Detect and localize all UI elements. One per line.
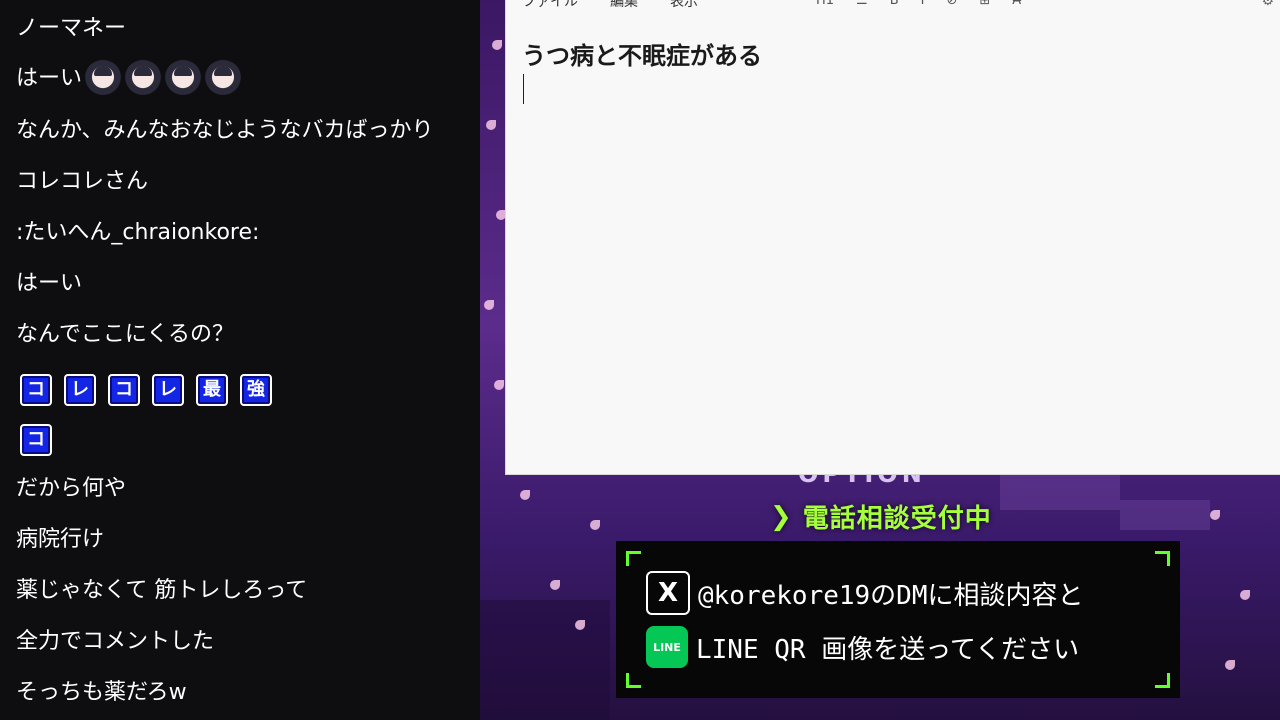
chat-message: 全力でコメントした — [16, 629, 215, 654]
cherry-blossom-petal — [1225, 660, 1235, 670]
chat-message: なんか、みんなおなじようなバカばっかり — [16, 118, 434, 143]
cherry-blossom-petal — [575, 620, 585, 630]
contact-x-text: @korekore19のDMに相談内容と — [698, 580, 1084, 611]
chat-panel: ノーマネー はーい なんか、みんなおなじようなバカばっかり コレコレさん :たい… — [0, 0, 480, 720]
chat-message-text: はーい — [16, 66, 83, 91]
corner-bracket — [1155, 551, 1170, 566]
emote-chip: 強 — [240, 374, 272, 406]
document-text[interactable]: うつ病と不眠症がある — [522, 36, 762, 71]
chat-message: ノーマネー — [16, 16, 127, 41]
cherry-blossom-petal — [1210, 510, 1220, 520]
chat-message: コレコレさん — [16, 169, 149, 194]
avatar-emote — [164, 60, 203, 98]
emote-chip: コ — [20, 424, 52, 456]
chat-message: はーい — [16, 60, 243, 98]
chevron-right-icon: ❯ — [770, 501, 793, 532]
phone-consult-caption: ❯ 電話相談受付中 — [770, 498, 992, 535]
corner-bracket — [626, 673, 641, 688]
gear-icon[interactable]: ⚙ — [1261, 0, 1274, 8]
corner-bracket — [1155, 673, 1170, 688]
menu-view[interactable]: 表示 — [670, 0, 698, 10]
cherry-blossom-petal — [496, 210, 506, 220]
contact-line-text: LINE QR 画像を送ってください — [696, 634, 1080, 665]
caption-text: 電話相談受付中 — [802, 504, 992, 534]
chat-message: 薬じゃなくて 筋トレしろって — [16, 578, 308, 603]
tree-silhouette — [480, 600, 610, 720]
chat-message: :たいへん_chraionkore: — [16, 220, 260, 245]
corner-bracket — [626, 551, 641, 566]
link-button[interactable]: ⊘ — [946, 0, 957, 8]
menu-edit[interactable]: 編集 — [610, 0, 638, 10]
notepad-window: ファイル 編集 表示 H1 ☰ B I ⊘ ⊞ A̶ ⚙ うつ病と不眠症がある — [506, 0, 1280, 474]
cherry-blossom-petal — [494, 380, 504, 390]
avatar-emote — [124, 60, 163, 98]
bold-button[interactable]: B — [890, 0, 899, 8]
chat-message: 病院行け — [16, 527, 105, 552]
cherry-blossom-petal — [550, 580, 560, 590]
avatar-emote — [84, 60, 123, 98]
clear-format-button[interactable]: A̶ — [1012, 0, 1021, 8]
menu-file[interactable]: ファイル — [522, 0, 578, 10]
chat-message-emotes: コ レ コ レ 最 強 — [20, 374, 284, 406]
chat-message: そっちも薬だろw — [16, 680, 187, 705]
contact-panel: X @korekore19のDMに相談内容と LINE LINE QR 画像を送… — [616, 541, 1180, 698]
emote-chip: コ — [20, 374, 52, 406]
pixel-cloud — [1000, 470, 1120, 510]
list-button[interactable]: ☰ — [856, 0, 868, 8]
cherry-blossom-petal — [486, 120, 496, 130]
pixel-cloud — [1120, 500, 1210, 530]
chat-message-emotes: コ — [20, 424, 64, 456]
emote-chip: レ — [152, 374, 184, 406]
cherry-blossom-petal — [484, 300, 494, 310]
emote-chip: レ — [64, 374, 96, 406]
cherry-blossom-petal — [1240, 590, 1250, 600]
emote-chip: コ — [108, 374, 140, 406]
chat-message: だから何や — [16, 476, 127, 501]
cherry-blossom-petal — [590, 520, 600, 530]
text-cursor — [523, 74, 524, 104]
line-logo-icon: LINE — [646, 626, 688, 668]
chat-message: はーい — [16, 271, 83, 296]
cherry-blossom-petal — [520, 490, 530, 500]
italic-button[interactable]: I — [921, 0, 925, 8]
cherry-blossom-petal — [492, 40, 502, 50]
formatting-toolbar: H1 ☰ B I ⊘ ⊞ A̶ — [816, 0, 1021, 14]
x-logo-icon: X — [646, 571, 690, 615]
contact-x-row: X @korekore19のDMに相談内容と — [646, 571, 1084, 615]
heading-button[interactable]: H1 — [816, 0, 834, 8]
avatar-emote — [204, 60, 243, 98]
emote-chip: 最 — [196, 374, 228, 406]
chat-message: なんでここにくるの？ — [16, 322, 235, 347]
contact-line-row: LINE LINE QR 画像を送ってください — [646, 626, 1079, 668]
table-button[interactable]: ⊞ — [979, 0, 990, 8]
